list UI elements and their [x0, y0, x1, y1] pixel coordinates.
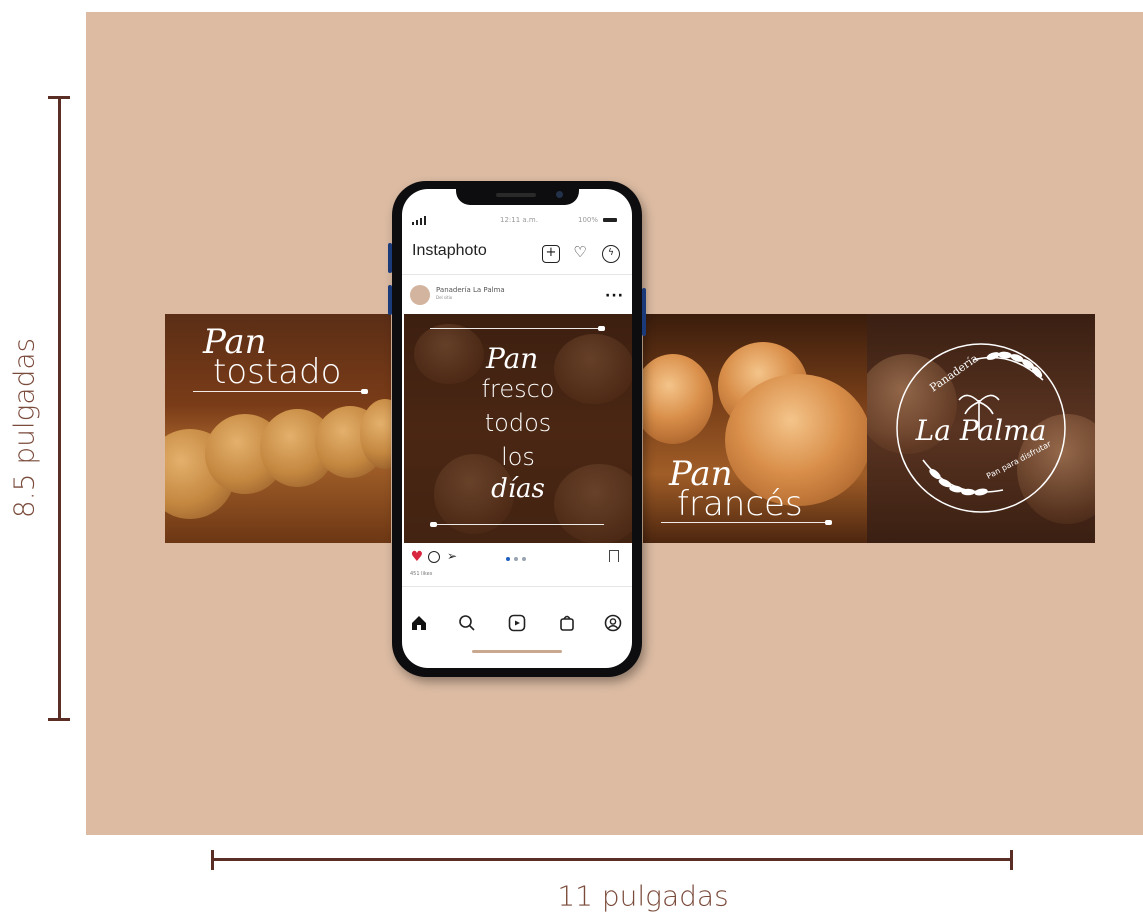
likes-count: 451 likes — [410, 571, 433, 577]
home-icon[interactable] — [410, 614, 428, 632]
home-indicator[interactable] — [472, 650, 562, 653]
phone-speaker — [496, 193, 536, 197]
header-divider — [402, 274, 632, 275]
panel1-main-word: tostado — [213, 352, 342, 392]
height-ruler — [58, 96, 61, 720]
new-post-icon[interactable]: + — [542, 245, 560, 263]
profile-icon[interactable] — [604, 614, 622, 632]
la-palma-logo: Panadería La Palma Pan para disfrutar — [896, 343, 1066, 513]
panel2-line-todos: todos — [484, 409, 552, 437]
phone-volume-button — [388, 243, 392, 273]
carousel-dot — [514, 557, 518, 561]
messenger-icon[interactable]: ϟ — [602, 245, 620, 263]
panel2-line-fresco: fresco — [481, 375, 555, 403]
post-divider — [402, 586, 632, 587]
panel2-line-los: los — [501, 443, 535, 471]
panel-la-palma-logo: Panadería La Palma Pan para disfrutar — [867, 314, 1095, 543]
battery-icon — [603, 218, 617, 222]
panel2-script-end: días — [491, 474, 545, 504]
like-icon[interactable]: ♥ — [410, 550, 424, 564]
comment-icon[interactable] — [428, 551, 440, 563]
panel3-main-word: francés — [677, 484, 803, 524]
status-battery-text: 100% — [578, 216, 599, 224]
svg-text:La Palma: La Palma — [915, 414, 1047, 447]
more-options-icon[interactable]: ··· — [605, 288, 624, 304]
panel-pan-frances: Pan francés — [643, 314, 867, 543]
height-ruler-cap-top — [48, 96, 70, 99]
bread-roll-image — [643, 354, 713, 444]
panel2-divider-dot — [598, 326, 605, 331]
panel3-divider-dot — [825, 520, 832, 525]
post-image-pan-fresco[interactable]: Pan fresco todos los días — [404, 314, 632, 543]
height-ruler-cap-bottom — [48, 718, 70, 721]
panel2-divider-bottom — [434, 524, 604, 525]
panel2-divider-top — [430, 328, 600, 329]
avatar[interactable] — [410, 285, 430, 305]
panel3-divider — [661, 522, 827, 523]
width-label: 11 pulgadas — [557, 879, 729, 913]
account-subtitle: Del sitio — [436, 295, 453, 300]
height-label: 8.5 pulgadas — [7, 337, 41, 519]
width-ruler-cap-left — [211, 850, 214, 870]
carousel-dot-active — [506, 557, 510, 561]
signal-icon — [412, 216, 426, 225]
reels-icon[interactable] — [508, 614, 526, 632]
panel-pan-tostado: Pan tostado — [165, 314, 391, 543]
status-time: 12:11 a.m. — [500, 216, 538, 224]
phone-power-button — [642, 288, 646, 336]
bookmark-icon[interactable] — [609, 550, 619, 562]
panel1-divider — [193, 391, 363, 392]
heart-icon[interactable]: ♡ — [571, 244, 589, 262]
share-icon[interactable]: ➢ — [445, 549, 459, 563]
phone-camera — [556, 191, 563, 198]
panel2-script-word: Pan — [486, 342, 539, 375]
panel2-divider-dot — [430, 522, 437, 527]
carousel-dot — [522, 557, 526, 561]
shop-icon[interactable] — [558, 614, 576, 632]
account-name[interactable]: Panadería La Palma — [436, 286, 505, 294]
app-title: Instaphoto — [412, 242, 487, 259]
phone-volume-button — [388, 285, 392, 315]
width-ruler-cap-right — [1010, 850, 1013, 870]
panel1-divider-dot — [361, 389, 368, 394]
search-icon[interactable] — [458, 614, 476, 632]
width-ruler — [211, 858, 1013, 861]
